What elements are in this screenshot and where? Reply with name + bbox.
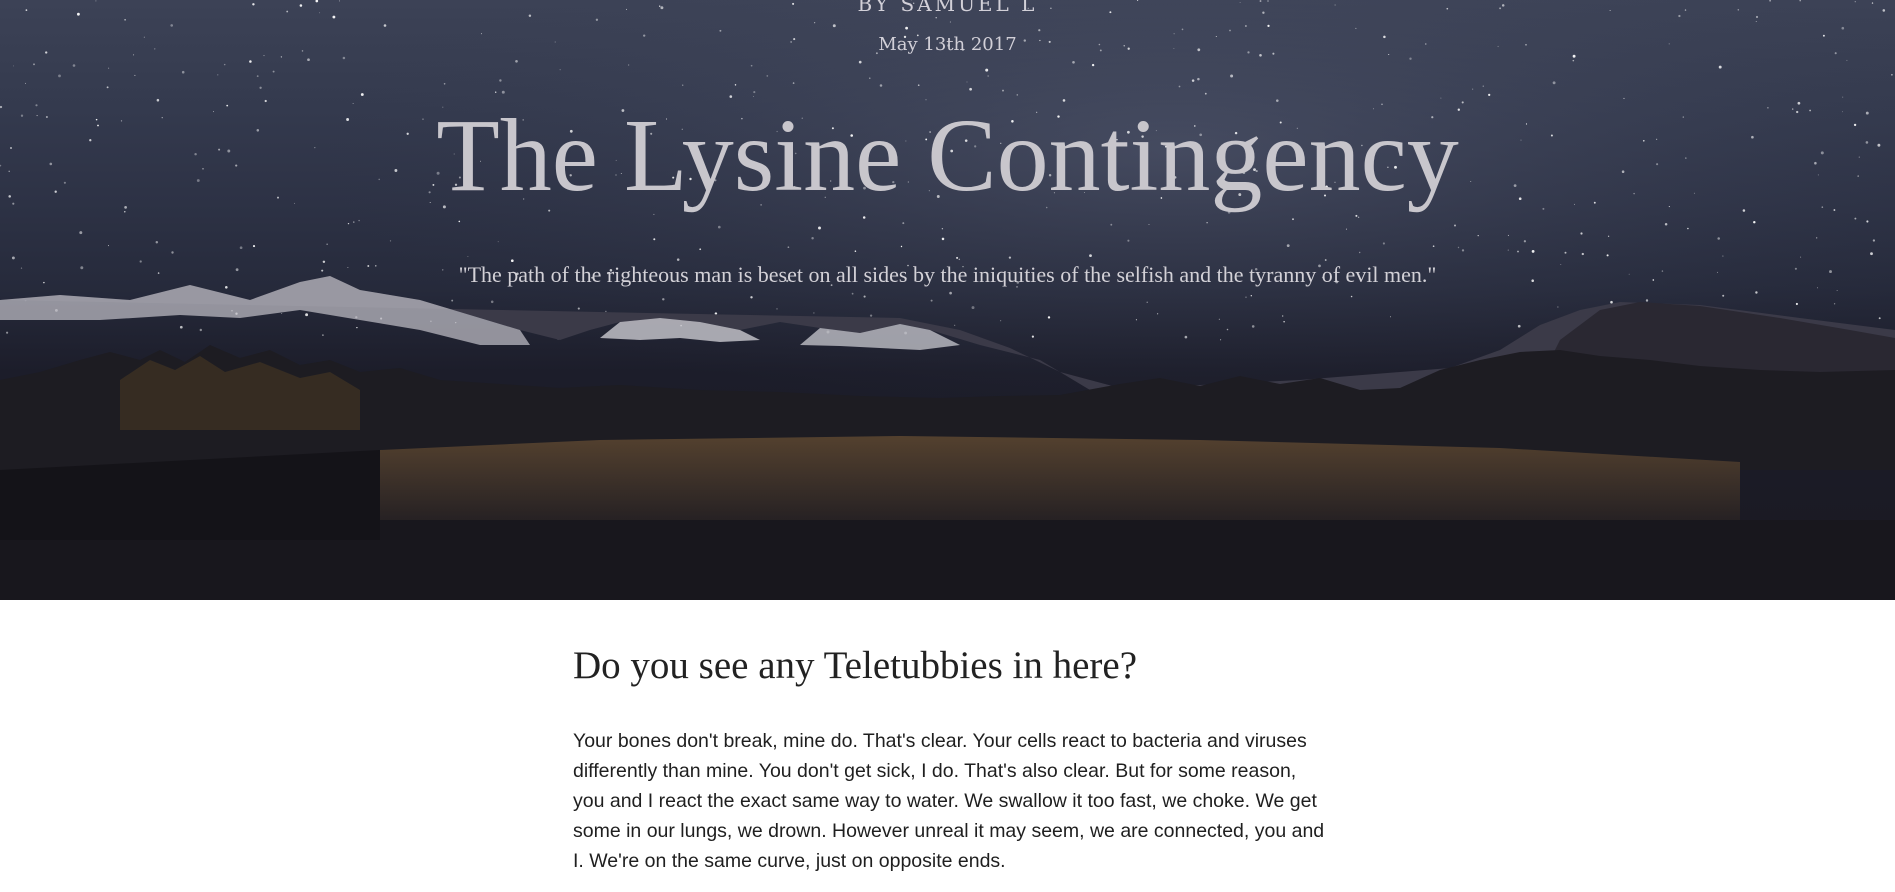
page-title: The Lysine Contingency [436,98,1459,213]
article-heading: Do you see any Teletubbies in here? [573,644,1138,687]
author-byline: BY SAMUEL L [857,0,1038,16]
article-body: Do you see any Teletubbies in here? Your… [573,640,1333,876]
hero-header: BY SAMUEL L May 13th 2017 The Lysine Con… [0,0,1895,600]
article-paragraph: Your bones don't break, mine do. That's … [573,730,1325,872]
page-subtitle-quote: "The path of the righteous man is beset … [458,262,1437,287]
night-sky-mountains-background [0,0,1895,600]
publish-date: May 13th 2017 [878,34,1017,55]
